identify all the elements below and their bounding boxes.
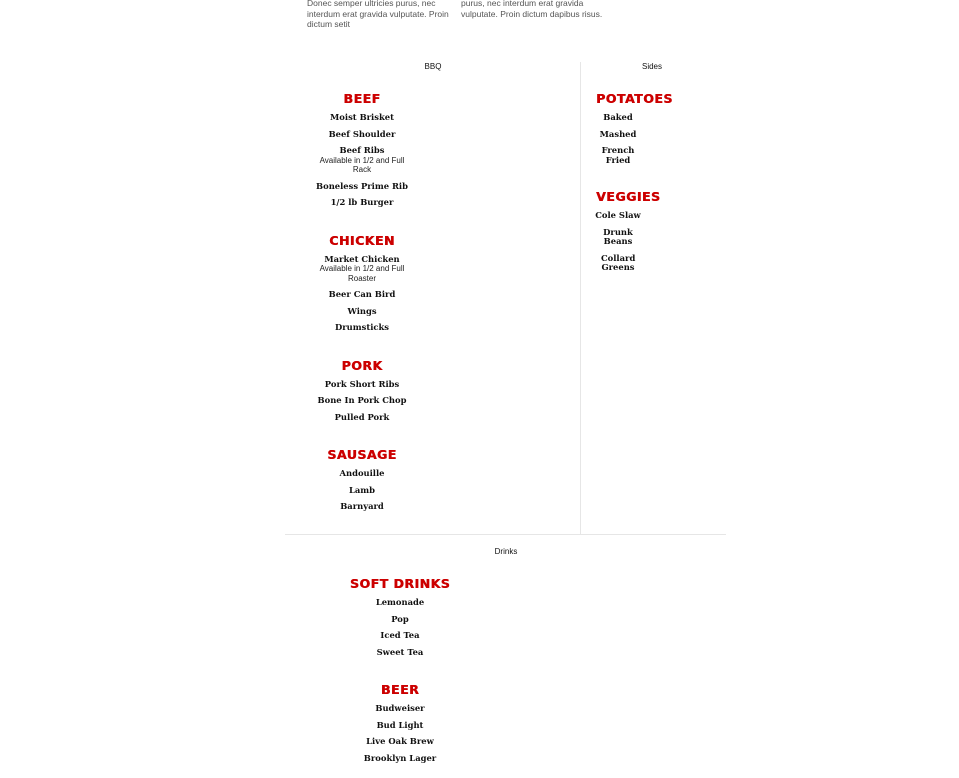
menu-item: Sweet Tea (339, 646, 461, 658)
menu-item: Beef Ribs Available in 1/2 and Full Rack (312, 145, 412, 175)
item-name: 1/2 lb Burger (330, 197, 394, 207)
item-name: Brooklyn Lager (363, 752, 437, 763)
category-title-pork: PORK (341, 357, 383, 373)
menu-item: Pulled Pork (312, 411, 412, 423)
item-name: Drunk Beans (603, 226, 633, 246)
menu-item: Andouille (312, 468, 412, 479)
sides-menu: POTATOES Baked Mashed French Fried VEGGI… (588, 91, 673, 273)
sausage-category: SAUSAGE Andouille Lamb Barnyard (312, 447, 412, 512)
item-name: Sweet Tea (376, 646, 424, 657)
section-divider (285, 534, 726, 535)
item-name: Live Oak Brew (366, 736, 434, 746)
item-name: Lamb (348, 484, 376, 495)
item-name: Pop (391, 613, 409, 624)
drinks-menu: SOFT DRINKS Lemonade Pop Iced Tea Sweet … (339, 576, 461, 763)
item-name: Lemonade (375, 597, 425, 607)
category-title-beef: BEEF (343, 91, 381, 106)
category-title-potatoes: POTATOES (596, 91, 673, 106)
veggies-category: VEGGIES Cole Slaw Drunk Beans Collard Gr… (588, 189, 661, 273)
potatoes-category: POTATOES Baked Mashed French Fried (588, 91, 673, 165)
item-note: Available in 1/2 and Full Rack (319, 155, 405, 175)
item-name: Barnyard (340, 501, 384, 511)
menu-item: Cole Slaw (588, 210, 648, 221)
menu-item: Beef Shoulder (312, 128, 412, 140)
menu-item: Budweiser (339, 703, 461, 714)
beer-category: BEER Budweiser Bud Light Live Oak Brew B… (339, 682, 461, 763)
item-name: Iced Tea (380, 630, 420, 640)
item-name: Mashed (599, 128, 637, 139)
menu-item: Pop (339, 613, 461, 625)
item-name: French Fried (601, 145, 635, 165)
item-name: Pork Short Ribs (324, 378, 400, 389)
item-name: Cole Slaw (595, 210, 641, 220)
item-note: Available in 1/2 and Full Roaster (319, 264, 405, 283)
category-title-veggies: VEGGIES (596, 189, 661, 204)
category-title-soft-drinks: SOFT DRINKS (349, 576, 451, 591)
menu-item: Wings (312, 305, 412, 317)
menu-item: Drunk Beans (588, 226, 648, 247)
menu-item: Beer Can Bird (312, 289, 412, 300)
item-name: Wings (347, 305, 377, 316)
menu-item: Mashed (588, 128, 648, 140)
menu-item: Bud Light (339, 719, 461, 731)
item-name: Boneless Prime Rib (316, 180, 408, 191)
column-divider (580, 62, 581, 534)
item-name: Beer Can Bird (328, 289, 396, 299)
item-name: Collard Greens (601, 252, 636, 272)
item-name: Drumsticks (334, 322, 389, 332)
menu-item: Barnyard (312, 501, 412, 512)
item-name: Baked (603, 112, 633, 122)
beef-category: BEEF Moist Brisket Beef Shoulder Beef Ri… (312, 91, 412, 208)
bbq-menu: BEEF Moist Brisket Beef Shoulder Beef Ri… (312, 91, 412, 512)
section-title-sides: Sides (641, 62, 662, 71)
section-title-bbq: BBQ (424, 62, 442, 71)
item-name: Bud Light (376, 719, 424, 730)
category-title-beer: BEER (380, 682, 420, 697)
item-name: Budweiser (375, 703, 425, 713)
menu-item: Market Chicken Available in 1/2 and Full … (312, 253, 412, 284)
menu-item: Moist Brisket (312, 112, 412, 123)
menu-item: Lamb (312, 484, 412, 496)
menu-item: Collard Greens (588, 252, 648, 273)
item-name: Bone In Pork Chop (317, 395, 407, 405)
menu-item: Boneless Prime Rib (312, 180, 412, 192)
intro-text-left: Donec semper ultricies purus, nec interd… (307, 0, 449, 29)
intro-text-right: purus, nec interdum erat gravida vulputa… (461, 0, 603, 19)
pork-category: PORK Pork Short Ribs Bone In Pork Chop P… (312, 358, 412, 423)
menu-item: Live Oak Brew (339, 736, 461, 747)
menu-item: Pork Short Ribs (312, 378, 412, 390)
menu-item: Bone In Pork Chop (312, 395, 412, 406)
menu-item: 1/2 lb Burger (312, 197, 412, 208)
item-name: Andouille (339, 468, 385, 478)
item-name: Pulled Pork (334, 411, 390, 422)
soft-drinks-category: SOFT DRINKS Lemonade Pop Iced Tea Sweet … (339, 576, 461, 657)
menu-item: Lemonade (339, 597, 461, 608)
section-title-drinks: Drinks (494, 547, 518, 556)
chicken-category: CHICKEN Market Chicken Available in 1/2 a… (312, 233, 412, 333)
item-name: Moist Brisket (330, 112, 394, 122)
menu-item: Baked (588, 112, 648, 123)
item-name: Beef Shoulder (328, 128, 396, 139)
menu-item: Iced Tea (339, 630, 461, 641)
category-title-chicken: CHICKEN (329, 232, 395, 248)
menu-item: French Fried (588, 145, 648, 165)
menu-item: Brooklyn Lager (339, 752, 461, 764)
category-title-sausage: SAUSAGE (327, 447, 397, 462)
item-name: Beef Ribs (339, 145, 385, 155)
menu-item: Drumsticks (312, 322, 412, 333)
item-name: Market Chicken (324, 253, 400, 264)
